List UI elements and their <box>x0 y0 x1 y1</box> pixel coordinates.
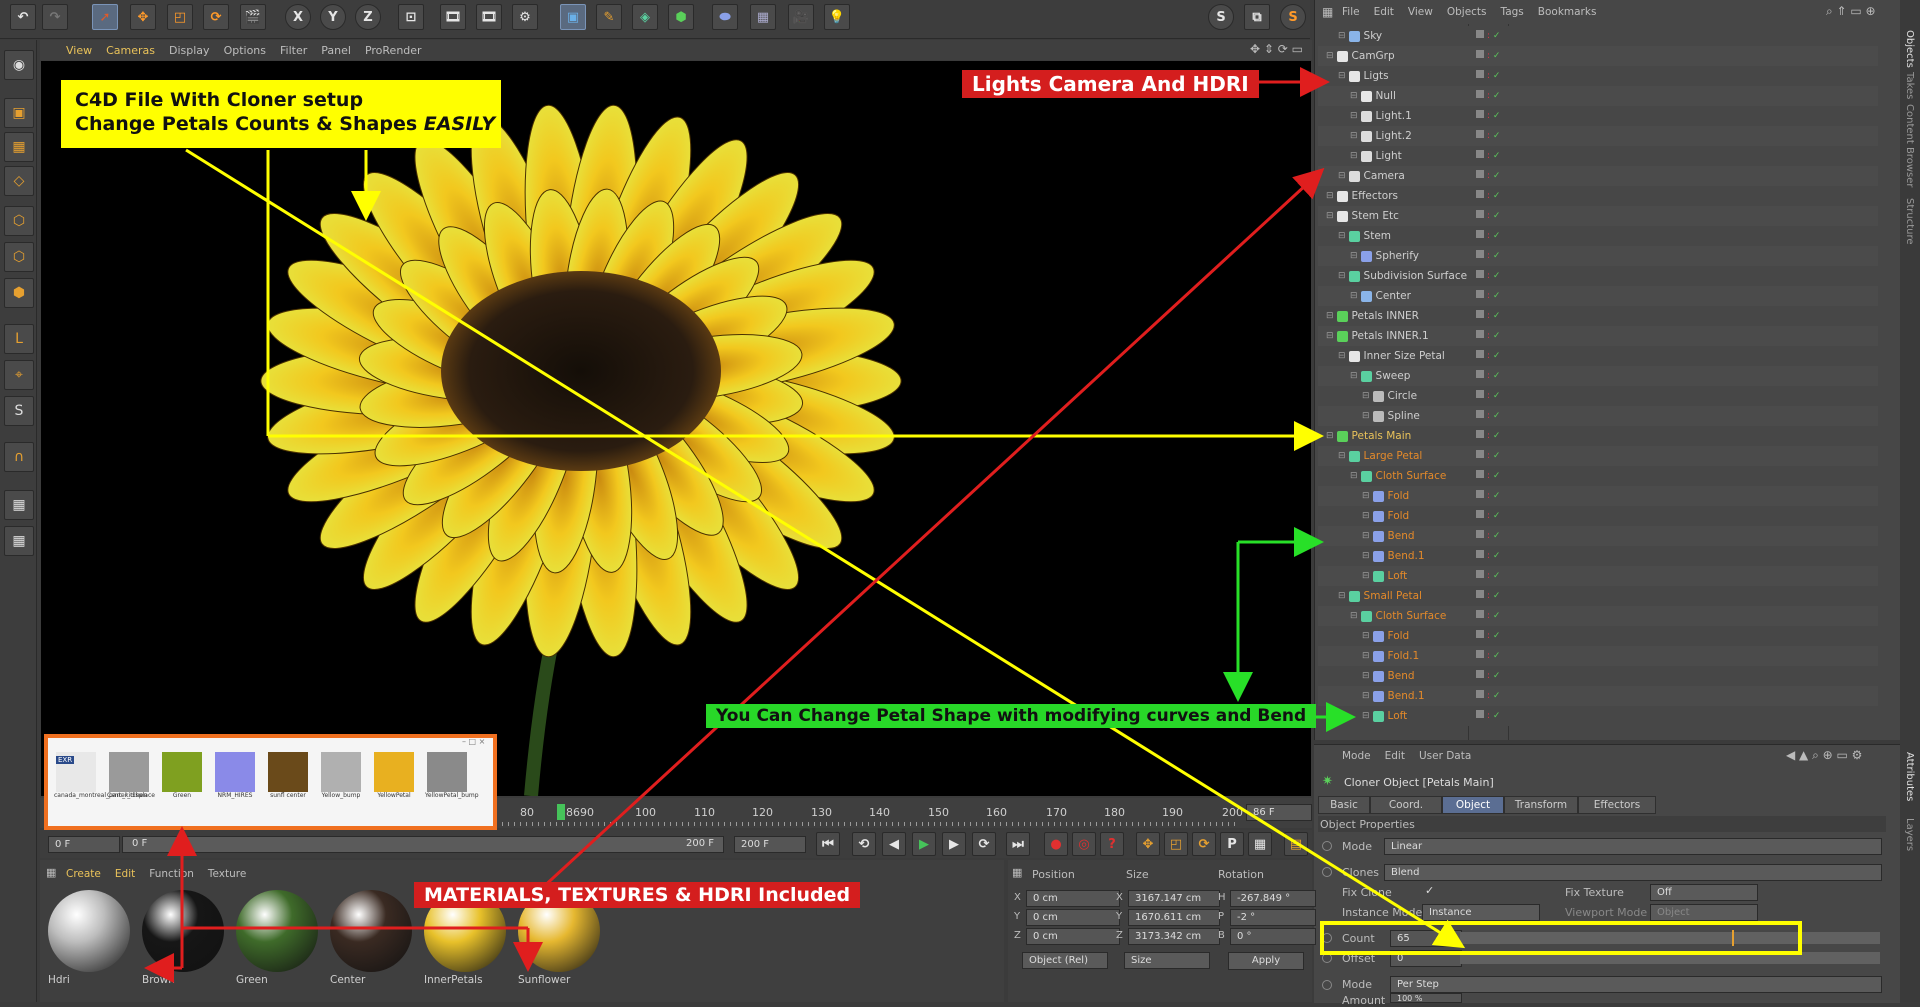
annotation-arrows <box>144 67 1802 983</box>
callout-cloner-line1: C4D File With Cloner setup <box>75 89 364 111</box>
callout-petal-shape: You Can Change Petal Shape with modifyin… <box>706 704 1317 728</box>
count-highlight <box>1320 921 1802 955</box>
green-arrows <box>1223 527 1356 732</box>
callout-cloner-emphasis: EASILY <box>423 113 496 135</box>
callout-cloner: C4D File With Cloner setup Change Petals… <box>61 80 501 148</box>
yellow-arrows <box>185 148 1466 949</box>
red-arrows <box>144 67 1330 983</box>
callout-cloner-line2-text: Change Petals Counts & Shapes <box>75 113 424 135</box>
callout-materials: MATERIALS, TEXTURES & HDRI Included <box>414 882 861 908</box>
callout-cloner-line2: Change Petals Counts & Shapes EASILY <box>75 112 495 136</box>
callout-lights: Lights Camera And HDRI <box>962 70 1259 98</box>
